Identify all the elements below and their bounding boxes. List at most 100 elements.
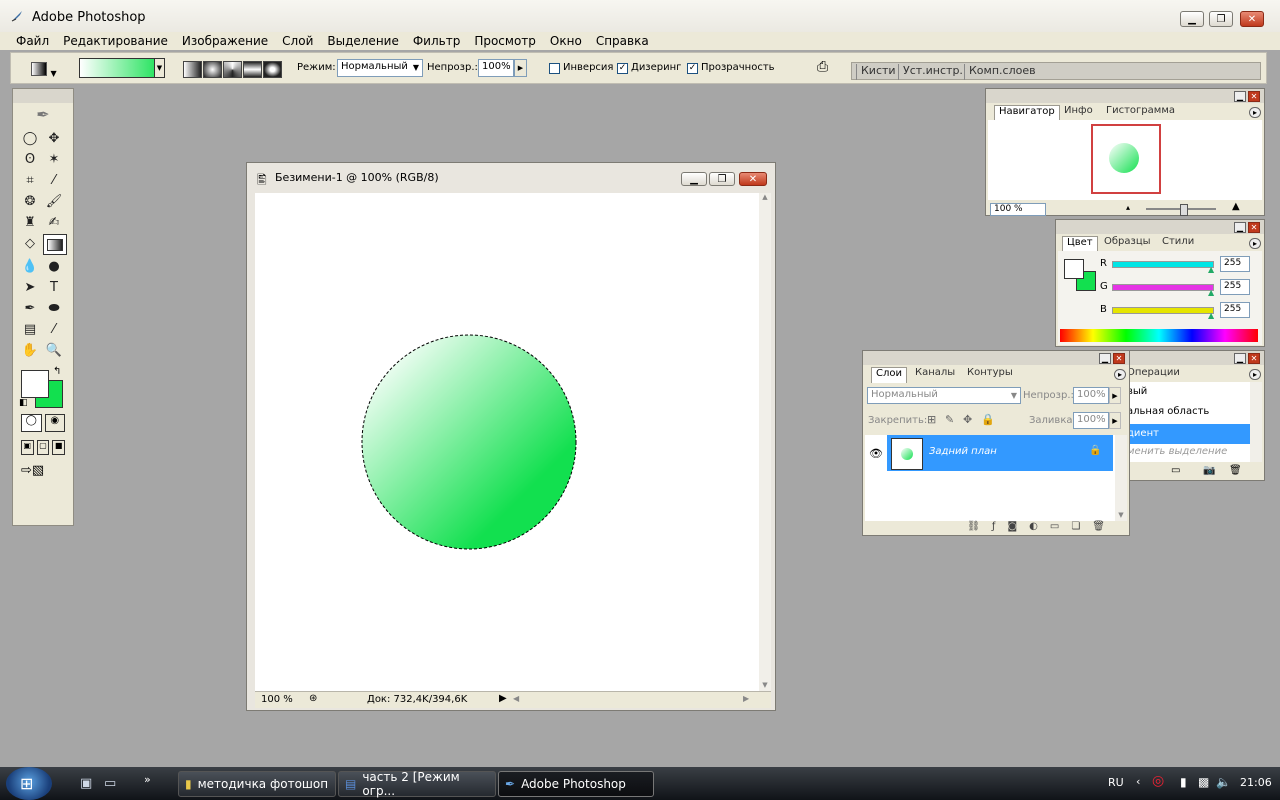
network-tray-icon[interactable]: ▩ (1198, 775, 1209, 789)
trash-icon[interactable]: 🗑 (1092, 521, 1105, 535)
tab-paths[interactable]: Контуры (963, 367, 1017, 382)
layer-row[interactable]: Задний план 🔒 (887, 435, 1113, 471)
clock[interactable]: 21:06 (1240, 776, 1272, 789)
task-button-folder[interactable]: ▮ методичка фотошоп (178, 771, 336, 797)
menu-window[interactable]: Окно (550, 34, 582, 48)
history-menu-button[interactable]: ▸ (1249, 369, 1261, 380)
type-tool[interactable]: T (43, 278, 65, 297)
history-item-selected[interactable]: диент (1113, 424, 1250, 444)
menu-layer[interactable]: Слой (282, 34, 313, 48)
slider-thumb[interactable]: ▲ (1208, 288, 1214, 297)
lock-pixels-icon[interactable]: ✎ (945, 413, 954, 426)
blend-mode-select[interactable]: Нормальный ▼ (867, 387, 1021, 404)
marquee-tool[interactable]: ◯ (19, 129, 41, 148)
layer-opacity-slider-button[interactable]: ▶ (1109, 387, 1121, 404)
tab-histogram[interactable]: Гистограмма (1102, 105, 1179, 120)
eraser-tool[interactable]: ◇ (19, 234, 41, 253)
tab-layers[interactable]: Слои (871, 367, 907, 383)
navigator-close-button[interactable]: ✕ (1248, 91, 1260, 102)
snapshot-icon[interactable]: 📷 (1203, 465, 1215, 476)
close-button[interactable]: ✕ (1240, 11, 1264, 27)
channel-r-value[interactable]: 255 (1220, 256, 1250, 272)
opacity-slider-button[interactable]: ▶ (514, 59, 527, 77)
standard-mode-button[interactable]: ◯ (21, 414, 42, 432)
color-minimize-button[interactable]: ▁ (1234, 222, 1246, 233)
menu-edit[interactable]: Редактирование (63, 34, 168, 48)
doc-close-button[interactable]: ✕ (739, 172, 767, 186)
slider-thumb[interactable]: ▲ (1208, 311, 1214, 320)
tab-swatches[interactable]: Образцы (1100, 236, 1155, 251)
new-layer-icon[interactable]: ❏ (1071, 521, 1080, 535)
menu-image[interactable]: Изображение (182, 34, 268, 48)
menu-file[interactable]: Файл (16, 34, 49, 48)
language-indicator[interactable]: RU (1108, 776, 1124, 789)
opacity-input[interactable]: 100% (478, 59, 514, 77)
quicklaunch-show-desktop-icon[interactable]: ▣ (80, 776, 92, 791)
scroll-up-icon[interactable]: ▲ (759, 193, 771, 201)
safely-remove-tray-icon[interactable]: ▮ (1180, 775, 1187, 789)
full-screen-menu-button[interactable]: ▢ (36, 440, 50, 455)
volume-tray-icon[interactable]: 🔈 (1216, 775, 1231, 789)
diamond-gradient-button[interactable] (263, 61, 282, 78)
history-brush-tool[interactable]: ✍ (43, 213, 65, 232)
opera-tray-icon[interactable]: ◎ (1152, 773, 1164, 789)
tab-channels[interactable]: Каналы (911, 367, 959, 382)
tab-styles[interactable]: Стили (1158, 236, 1198, 251)
full-screen-button[interactable]: ■ (52, 440, 66, 455)
status-menu-arrow-icon[interactable]: ▶ (499, 693, 507, 704)
zoom-tool[interactable]: 🔍 (43, 341, 65, 360)
angle-gradient-button[interactable] (223, 61, 242, 78)
hand-tool[interactable]: ✋ (19, 341, 41, 360)
zoom-level[interactable]: 100 % (261, 694, 293, 705)
swap-colors-icon[interactable]: ↰ (53, 366, 61, 377)
doc-minimize-button[interactable]: ▁ (681, 172, 707, 186)
palette-tab-tool-presets[interactable]: Уст.инстр. (898, 64, 967, 80)
inverse-checkbox[interactable] (549, 63, 560, 74)
slider-thumb[interactable]: ▲ (1208, 265, 1214, 274)
link-layers-icon[interactable]: ⛓ (967, 521, 980, 535)
dither-checkbox[interactable]: ✓ (617, 63, 628, 74)
channel-b-slider[interactable] (1112, 307, 1214, 314)
standard-screen-button[interactable]: ▣ (21, 440, 34, 455)
canvas[interactable] (255, 193, 759, 691)
channel-g-value[interactable]: 255 (1220, 279, 1250, 295)
slice-tool[interactable]: ⁄ (43, 171, 65, 190)
dodge-tool[interactable]: ● (43, 257, 65, 276)
scroll-left-icon[interactable]: ◀ (513, 694, 519, 703)
clone-stamp-tool[interactable]: ♜ (19, 213, 41, 232)
maximize-button[interactable]: ❐ (1209, 11, 1233, 27)
vertical-scrollbar[interactable]: ▲ ▼ (759, 193, 771, 691)
zoom-out-icon[interactable]: ▴ (1126, 203, 1130, 212)
start-button[interactable]: ⊞ (6, 767, 52, 800)
palette-tab-brushes[interactable]: Кисти (856, 64, 900, 80)
radial-gradient-button[interactable] (203, 61, 222, 78)
color-menu-button[interactable]: ▸ (1249, 238, 1261, 249)
channel-r-slider[interactable] (1112, 261, 1214, 268)
task-button-photoshop[interactable]: ✒ Adobe Photoshop (498, 771, 654, 797)
tab-history[interactable]: Операции (1123, 367, 1184, 382)
adjustment-layer-icon[interactable]: ◐ (1029, 521, 1038, 535)
tab-color[interactable]: Цвет (1062, 236, 1098, 252)
slider-thumb[interactable] (1180, 204, 1188, 216)
brush-tool[interactable]: 🖌 (43, 192, 65, 211)
palette-tab-layer-comps[interactable]: Комп.слоев (964, 64, 1040, 80)
crop-tool[interactable]: ⌗ (19, 171, 41, 190)
history-scrollbar[interactable] (1250, 382, 1262, 462)
navigator-view-box[interactable] (1091, 124, 1161, 194)
history-item[interactable]: менить выделение (1127, 446, 1227, 457)
transparency-checkbox[interactable]: ✓ (687, 63, 698, 74)
channel-b-value[interactable]: 255 (1220, 302, 1250, 318)
layer-visibility-eye-icon[interactable]: 👁 (865, 435, 888, 471)
color-close-button[interactable]: ✕ (1248, 222, 1260, 233)
lock-transparency-icon[interactable]: ⊞ (927, 413, 936, 426)
file-browser-button[interactable]: ⎙ (817, 59, 837, 79)
navigator-minimize-button[interactable]: ▁ (1234, 91, 1246, 102)
scroll-down-icon[interactable]: ▼ (759, 681, 771, 689)
layer-style-icon[interactable]: ƒ (992, 521, 996, 535)
fill-slider-button[interactable]: ▶ (1109, 412, 1121, 429)
move-tool[interactable]: ✥ (43, 129, 65, 148)
history-item[interactable]: вый (1127, 386, 1147, 397)
tray-expand-icon[interactable]: ‹ (1136, 775, 1140, 788)
shape-tool[interactable]: ⬬ (43, 299, 65, 318)
navigator-menu-button[interactable]: ▸ (1249, 107, 1261, 118)
